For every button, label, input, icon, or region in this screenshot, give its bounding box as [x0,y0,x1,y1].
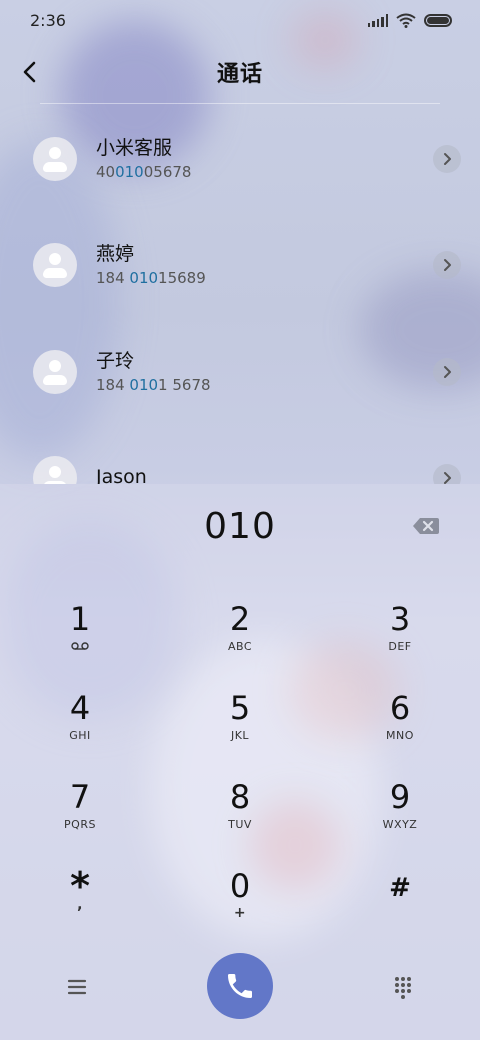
dial-key-4[interactable]: 4 GHI [25,679,135,759]
chevron-right-icon [444,366,451,378]
dial-key-digit: 3 [389,600,411,638]
contact-detail-button[interactable] [433,464,461,484]
dial-key-letters: GHI [69,729,91,742]
number-segment: 184 [96,376,130,394]
number-segment: 15689 [158,269,206,287]
chevron-right-icon [444,153,451,165]
dial-key-digit: 5 [229,689,251,727]
contact-name: Jason [96,466,147,484]
number-segment: 40 [96,163,116,181]
dial-key-digit: 7 [69,778,91,816]
dial-key-letters: + [233,905,247,921]
dial-key-letters: MNO [386,729,414,742]
chevron-right-icon [444,472,451,484]
contact-detail-button[interactable] [433,251,461,279]
dial-key-digit: # [389,873,411,903]
number-match-highlight: 010 [129,269,159,287]
header-divider [40,103,440,104]
contact-item[interactable]: 燕婷 184 01015689 [0,212,480,318]
avatar [33,137,77,181]
contact-name: 小米客服 [96,137,173,159]
dial-key-1[interactable]: 1 [25,590,135,670]
keypad-icon [395,977,411,999]
backspace-icon [413,518,439,534]
dialer-bottom-bar [0,952,480,1040]
status-icons [367,13,452,28]
contact-name: 燕婷 [96,243,135,265]
dial-key-hash[interactable]: # [345,857,455,937]
contact-detail-button[interactable] [433,145,461,173]
dial-key-letters: ABC [227,640,253,653]
dial-key-letters: , [77,897,83,913]
avatar [33,243,77,287]
backspace-button[interactable] [411,515,441,537]
voicemail-icon [25,640,135,653]
dial-key-6[interactable]: 6 MNO [345,679,455,759]
contact-number: 184 0101 5678 [96,375,211,395]
dial-key-digit: 2 [229,600,251,638]
dial-key-letters: DEF [388,640,412,653]
dial-key-letters: TUV [228,818,252,831]
dial-key-digit: 4 [69,689,91,727]
dialed-number: 010 [204,506,276,547]
chevron-right-icon [444,259,451,271]
dial-key-digit: 1 [69,600,91,638]
dial-key-digit: 8 [229,778,251,816]
contact-results-list: 小米客服 4001005678 燕婷 184 01015689 子玲 184 0… [0,106,480,484]
dial-key-letters: JKL [230,729,250,742]
status-time: 2:36 [30,10,66,30]
menu-button[interactable] [62,972,92,1002]
dial-key-digit: 0 [229,867,251,905]
keypad-toggle-button[interactable] [388,972,418,1002]
dial-key-3[interactable]: 3 DEF [345,590,455,670]
number-segment: 184 [96,269,130,287]
avatar [33,350,77,394]
dial-key-8[interactable]: 8 TUV [185,768,295,848]
dial-key-digit: 9 [389,778,411,816]
dial-key-letters: WXYZ [382,818,418,831]
number-match-highlight: 010 [129,376,159,394]
signal-icon [367,13,388,27]
contact-name: 子玲 [96,350,135,372]
contact-detail-button[interactable] [433,358,461,386]
phone-icon [228,974,252,998]
dial-key-star[interactable]: * , [25,857,135,937]
call-button[interactable] [207,953,273,1019]
status-bar: 2:36 [0,0,480,40]
contact-item[interactable]: 子玲 184 0101 5678 [0,319,480,425]
dial-key-digit: 6 [389,689,411,727]
number-segment: 05678 [143,163,192,181]
contact-item[interactable]: 小米客服 4001005678 [0,106,480,212]
contact-number: 4001005678 [96,162,191,182]
dial-key-2[interactable]: 2 ABC [185,590,295,670]
dial-key-9[interactable]: 9 WXYZ [345,768,455,848]
dial-key-7[interactable]: 7 PQRS [25,768,135,848]
avatar [33,456,77,484]
contact-item[interactable]: Jason [0,425,480,484]
contact-number: 184 01015689 [96,268,206,288]
dial-key-0[interactable]: 0 + [185,857,295,937]
dial-key-5[interactable]: 5 JKL [185,679,295,759]
dial-key-letters: PQRS [64,818,96,831]
header: 通话 [0,40,480,104]
back-button[interactable] [12,54,48,90]
page-title: 通话 [216,62,263,87]
menu-icon [67,979,87,995]
chevron-left-icon [23,61,36,83]
wifi-icon [396,13,416,28]
dialpad-panel: 010 1 2 ABC 3 DEF 4 GHI 5 JKL 6 MNO 7 PQ… [0,484,480,1040]
battery-icon [424,13,452,27]
number-segment: 1 5678 [158,376,211,394]
number-match-highlight: 010 [115,163,144,181]
